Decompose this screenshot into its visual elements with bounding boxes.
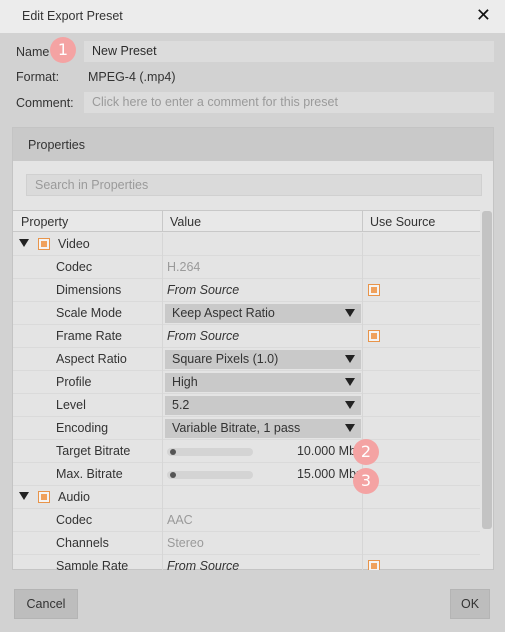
row-value: Stereo xyxy=(167,536,204,550)
dialog-body: Name 1 New Preset Format: MPEG-4 (.mp4) … xyxy=(0,33,505,632)
annotation-badge-2: 2 xyxy=(353,439,379,465)
aspect-ratio-select[interactable]: Square Pixels (1.0) xyxy=(165,350,361,369)
expand-triangle-icon[interactable] xyxy=(19,239,29,247)
video-checkbox[interactable] xyxy=(38,238,50,250)
table-row[interactable]: Codec H.264 xyxy=(13,256,480,279)
column-header-property[interactable]: Property xyxy=(21,215,68,229)
comment-field[interactable]: Click here to enter a comment for this p… xyxy=(84,92,494,113)
slider-handle[interactable] xyxy=(170,472,176,478)
row-value: H.264 xyxy=(167,260,201,274)
group-label: Video xyxy=(58,237,90,251)
table-row[interactable]: Dimensions From Source xyxy=(13,279,480,302)
row-value: From Source xyxy=(167,329,240,343)
select-value: Keep Aspect Ratio xyxy=(172,306,275,320)
table-row[interactable]: Codec AAC xyxy=(13,509,480,532)
row-label: Level xyxy=(56,398,86,412)
dropdown-arrow-icon xyxy=(345,355,355,363)
target-bitrate-slider[interactable] xyxy=(167,448,253,456)
use-source-checkbox[interactable] xyxy=(368,330,380,342)
table-row[interactable]: Level 5.2 xyxy=(13,394,480,417)
table-row[interactable]: Sample Rate From Source xyxy=(13,555,480,570)
annotation-badge-1: 1 xyxy=(50,37,76,63)
column-header-value[interactable]: Value xyxy=(170,215,201,229)
row-label: Sample Rate xyxy=(56,559,129,570)
annotation-badge-3: 3 xyxy=(353,468,379,494)
level-select[interactable]: 5.2 xyxy=(165,396,361,415)
ok-button[interactable]: OK xyxy=(450,589,490,619)
title-bar: Edit Export Preset ✕ xyxy=(0,0,505,33)
vertical-scrollbar[interactable] xyxy=(481,211,493,568)
format-value: MPEG-4 (.mp4) xyxy=(88,70,176,84)
use-source-checkbox[interactable] xyxy=(368,284,380,296)
properties-rows: Video Codec H.264 Dimensions From Source… xyxy=(13,233,480,570)
cancel-button[interactable]: Cancel xyxy=(14,589,78,619)
row-value: From Source xyxy=(167,559,240,570)
select-value: 5.2 xyxy=(172,398,190,412)
table-row[interactable]: Max. Bitrate 15.000 Mbp xyxy=(13,463,480,486)
table-row[interactable]: Frame Rate From Source xyxy=(13,325,480,348)
scrollbar-thumb[interactable] xyxy=(482,211,492,529)
group-label: Audio xyxy=(58,490,90,504)
group-row-video[interactable]: Video xyxy=(13,233,480,256)
dropdown-arrow-icon xyxy=(345,309,355,317)
name-field[interactable]: New Preset xyxy=(84,41,494,62)
row-label: Profile xyxy=(56,375,92,389)
table-row[interactable]: Scale Mode Keep Aspect Ratio xyxy=(13,302,480,325)
row-label: Channels xyxy=(56,536,109,550)
profile-select[interactable]: High xyxy=(165,373,361,392)
table-row[interactable]: Channels Stereo xyxy=(13,532,480,555)
group-row-audio[interactable]: Audio xyxy=(13,486,480,509)
select-value: Square Pixels (1.0) xyxy=(172,352,279,366)
table-row[interactable]: Encoding Variable Bitrate, 1 pass xyxy=(13,417,480,440)
dropdown-arrow-icon xyxy=(345,401,355,409)
table-row[interactable]: Profile High xyxy=(13,371,480,394)
use-source-checkbox[interactable] xyxy=(368,560,380,570)
row-value: From Source xyxy=(167,283,240,297)
dropdown-arrow-icon xyxy=(345,424,355,432)
row-label: Codec xyxy=(56,260,93,274)
row-label: Dimensions xyxy=(56,283,122,297)
row-label: Target Bitrate xyxy=(56,444,131,458)
column-header-use-source[interactable]: Use Source xyxy=(370,215,435,229)
row-label: Aspect Ratio xyxy=(56,352,127,366)
dropdown-arrow-icon xyxy=(345,378,355,386)
table-row[interactable]: Target Bitrate 10.000 Mbp xyxy=(13,440,480,463)
row-label: Encoding xyxy=(56,421,109,435)
expand-triangle-icon[interactable] xyxy=(19,492,29,500)
properties-panel: Properties Search in Properties Property… xyxy=(12,127,494,570)
encoding-select[interactable]: Variable Bitrate, 1 pass xyxy=(165,419,361,438)
row-label: Scale Mode xyxy=(56,306,123,320)
slider-value: 10.000 Mbp xyxy=(296,444,363,458)
select-value: High xyxy=(172,375,198,389)
slider-handle[interactable] xyxy=(170,449,176,455)
properties-table-header: Property Value Use Source xyxy=(13,210,480,232)
name-label: Name xyxy=(16,45,50,59)
scale-mode-select[interactable]: Keep Aspect Ratio xyxy=(165,304,361,323)
select-value: Variable Bitrate, 1 pass xyxy=(172,421,301,435)
table-row[interactable]: Aspect Ratio Square Pixels (1.0) xyxy=(13,348,480,371)
properties-header: Properties xyxy=(13,128,493,161)
row-label: Codec xyxy=(56,513,93,527)
format-label: Format: xyxy=(16,70,60,84)
comment-label: Comment: xyxy=(16,96,74,110)
window-title: Edit Export Preset xyxy=(22,9,123,23)
slider-value: 15.000 Mbp xyxy=(296,467,363,481)
row-label: Frame Rate xyxy=(56,329,122,343)
max-bitrate-slider[interactable] xyxy=(167,471,253,479)
audio-checkbox[interactable] xyxy=(38,491,50,503)
close-icon[interactable]: ✕ xyxy=(476,5,491,26)
row-value: AAC xyxy=(167,513,193,527)
row-label: Max. Bitrate xyxy=(56,467,123,481)
properties-search-input[interactable]: Search in Properties xyxy=(26,174,482,196)
